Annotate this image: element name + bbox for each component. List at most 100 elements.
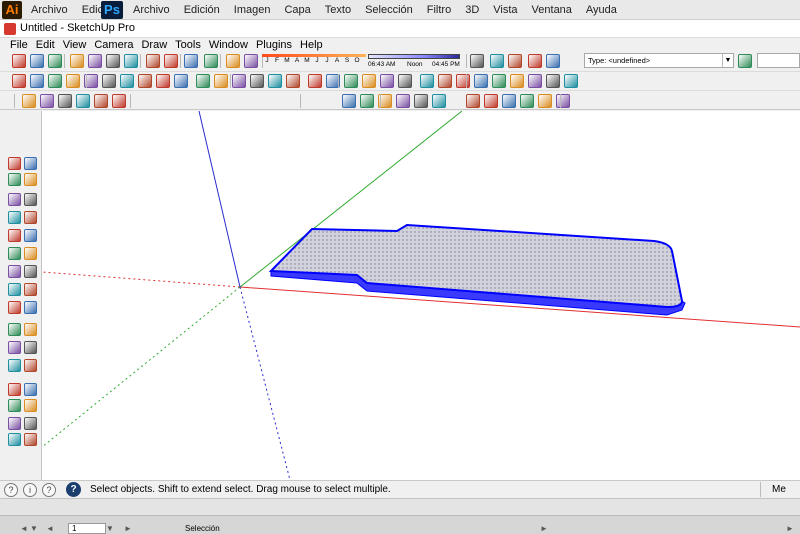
axes-icon[interactable] [380,74,394,88]
fog-icon[interactable] [470,54,484,68]
nav-prev-icon[interactable]: ◄ [20,524,28,533]
line-icon[interactable] [102,74,116,88]
rectangle-icon[interactable] [8,193,21,206]
scroll-right-icon[interactable]: ► [540,524,548,533]
top-view-icon[interactable] [360,94,374,108]
drape-icon[interactable] [76,94,90,108]
move-icon[interactable] [196,74,210,88]
geo-location-icon[interactable]: ? [4,483,18,497]
page-number-field[interactable]: 1 [68,523,106,534]
polygon-icon[interactable] [8,229,21,242]
tape-measure-icon[interactable] [8,301,21,314]
menu-window[interactable]: Window [205,38,252,52]
ai-menu-archivo[interactable]: Archivo [24,0,75,20]
iso-view-icon[interactable] [342,94,356,108]
scroll-end-icon[interactable]: ► [786,524,794,533]
ps-menu-3d[interactable]: 3D [458,0,486,20]
look-around-icon[interactable] [8,433,21,446]
eraser-icon[interactable] [66,74,80,88]
section-plane-icon[interactable] [564,74,578,88]
sandbox-icon[interactable] [22,94,36,108]
previous-view-icon[interactable] [24,399,37,412]
ps-menu-ventana[interactable]: Ventana [525,0,579,20]
stop-icon[interactable] [546,54,560,68]
push-pull-icon[interactable] [24,247,37,260]
position-camera-icon[interactable] [510,74,524,88]
zoom-extents-icon[interactable] [492,74,506,88]
zoom-extents-icon[interactable] [8,399,21,412]
shadows-icon[interactable] [244,54,258,68]
type-selector[interactable]: Type: <undefined> ▼ [584,53,734,68]
model-info-icon[interactable] [204,54,218,68]
pan-icon[interactable] [438,74,452,88]
send-to-layout-icon[interactable] [226,54,240,68]
xray-icon[interactable] [466,94,480,108]
play-icon[interactable] [508,54,522,68]
menu-view[interactable]: View [59,38,91,52]
position-camera-icon[interactable] [8,417,21,430]
add-detail-icon[interactable] [94,94,108,108]
make-component-icon[interactable] [30,74,44,88]
page-dropdown-icon[interactable]: ▼ [106,524,114,533]
rotate-icon[interactable] [8,265,21,278]
undo-icon[interactable] [146,54,160,68]
ps-menu-seleccion[interactable]: Selección [358,0,420,20]
ps-menu-imagen[interactable]: Imagen [227,0,278,20]
zoom-window-icon[interactable] [24,383,37,396]
zoom-icon[interactable] [8,383,21,396]
protractor-icon[interactable] [8,323,21,336]
text-icon[interactable] [24,323,37,336]
rotate-icon[interactable] [232,74,246,88]
ps-menu-filtro[interactable]: Filtro [420,0,458,20]
menu-camera[interactable]: Camera [90,38,137,52]
follow-me-icon[interactable] [24,265,37,278]
credits-icon[interactable]: i [23,483,37,497]
paint-bucket-icon[interactable] [48,74,62,88]
push-pull-icon[interactable] [214,74,228,88]
flip-edge-icon[interactable] [112,94,126,108]
tape-measure-icon[interactable] [308,74,322,88]
record-icon[interactable] [528,54,542,68]
model-viewport[interactable] [42,111,800,480]
nav-next-icon[interactable]: ► [124,524,132,533]
ps-menu-texto[interactable]: Texto [318,0,358,20]
text-icon[interactable] [362,74,376,88]
shaded-icon[interactable] [520,94,534,108]
section-plane-icon[interactable] [24,433,37,446]
ps-menu-capa[interactable]: Capa [277,0,317,20]
circle-icon[interactable] [120,74,134,88]
select-icon[interactable] [12,74,26,88]
menu-draw[interactable]: Draw [137,38,171,52]
offset-icon[interactable] [24,283,37,296]
walk-icon[interactable] [528,74,542,88]
orbit-icon[interactable] [8,359,21,372]
follow-me-icon[interactable] [250,74,264,88]
model-canvas[interactable] [42,111,800,480]
freehand-icon[interactable] [174,74,188,88]
redo-icon[interactable] [164,54,178,68]
ps-menu-ayuda[interactable]: Ayuda [579,0,624,20]
protractor-icon[interactable] [344,74,358,88]
toolbar-search-field[interactable] [757,53,800,68]
orbit-icon[interactable] [420,74,434,88]
nav-first-icon[interactable]: ◄ [46,524,54,533]
nav-down-icon[interactable]: ▼ [30,524,38,533]
zoom-icon[interactable] [456,74,470,88]
selected-group[interactable] [268,223,686,316]
walk-icon[interactable] [24,417,37,430]
back-view-icon[interactable] [414,94,428,108]
component-browser-icon[interactable] [490,54,504,68]
style-icon[interactable] [738,54,752,68]
illustrator-logo-icon[interactable]: Ai [2,1,22,19]
paste-icon[interactable] [106,54,120,68]
save-icon[interactable] [48,54,62,68]
user-icon[interactable]: ? [42,483,56,497]
cut-icon[interactable] [70,54,84,68]
time-slider[interactable] [368,54,460,59]
open-icon[interactable] [30,54,44,68]
ps-menu-vista[interactable]: Vista [486,0,524,20]
stamp-icon[interactable] [58,94,72,108]
smoove-icon[interactable] [40,94,54,108]
help-icon[interactable]: ? [66,482,81,497]
menu-edit[interactable]: Edit [32,38,59,52]
